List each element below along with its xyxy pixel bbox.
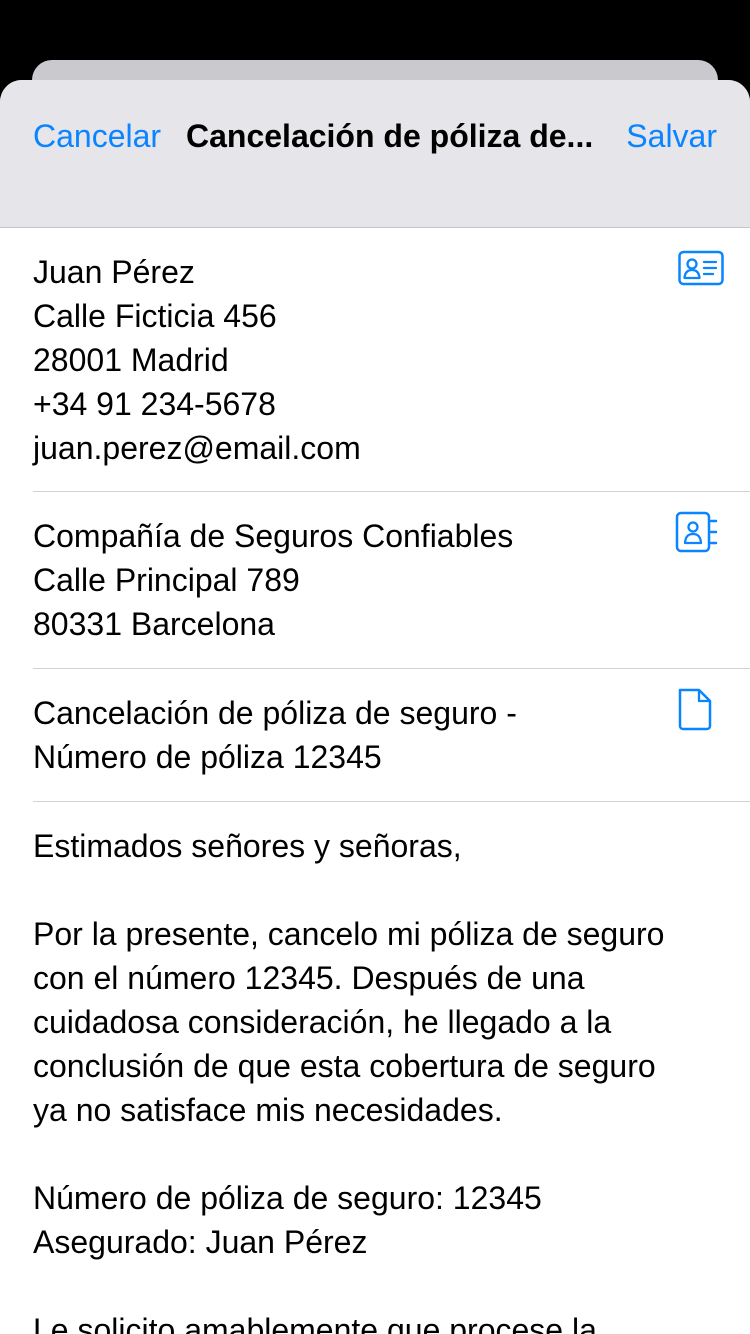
- body-line: Por la presente, cancelo mi póliza de se…: [33, 916, 665, 952]
- subject-line-2: Número de póliza 12345: [33, 739, 382, 775]
- sender-email: juan.perez@email.com: [33, 430, 361, 466]
- body-paragraph-3: Le solicito amablemente que procese la: [33, 1308, 720, 1334]
- body-paragraph-1: Por la presente, cancelo mi póliza de se…: [33, 912, 720, 1132]
- body-line: Le solicito amablemente que procese la: [33, 1312, 597, 1334]
- navigation-bar: Cancelar Cancelación de póliza de... Sal…: [0, 80, 750, 228]
- body-paragraph-2: Número de póliza de seguro: 12345 Asegur…: [33, 1176, 720, 1264]
- subject-block[interactable]: Cancelación de póliza de seguro - Número…: [33, 669, 750, 802]
- body-line: ya no satisface mis necesidades.: [33, 1092, 503, 1128]
- document-icon[interactable]: [672, 687, 718, 733]
- page-title: Cancelación de póliza de...: [186, 118, 594, 154]
- save-button[interactable]: Salvar: [626, 116, 717, 156]
- recipient-street: Calle Principal 789: [33, 562, 300, 598]
- sender-address-block[interactable]: Juan Pérez Calle Ficticia 456 28001 Madr…: [33, 228, 750, 492]
- subject-line-1: Cancelación de póliza de seguro -: [33, 695, 517, 731]
- greeting: Estimados señores y señoras,: [33, 824, 720, 868]
- greeting-line: Estimados señores y señoras,: [33, 828, 462, 864]
- body-line: con el número 12345. Después de una: [33, 960, 585, 996]
- insured-line: Asegurado: Juan Pérez: [33, 1224, 368, 1260]
- sender-city: 28001 Madrid: [33, 342, 229, 378]
- letter-body[interactable]: Estimados señores y señoras, Por la pres…: [33, 802, 720, 1334]
- body-line: conclusión de que esta cobertura de segu…: [33, 1048, 656, 1084]
- letter-sheet: Cancelar Cancelación de póliza de... Sal…: [0, 80, 750, 1334]
- address-book-icon[interactable]: [674, 510, 720, 556]
- body-line: cuidadosa consideración, he llegado a la: [33, 1004, 612, 1040]
- policy-number-line: Número de póliza de seguro: 12345: [33, 1180, 542, 1216]
- cancel-button[interactable]: Cancelar: [33, 116, 161, 156]
- contact-card-icon[interactable]: [678, 248, 724, 294]
- recipient-city: 80331 Barcelona: [33, 606, 275, 642]
- sender-name: Juan Pérez: [33, 254, 195, 290]
- sender-phone: +34 91 234-5678: [33, 386, 276, 422]
- screen: Cancelar Cancelación de póliza de... Sal…: [0, 0, 750, 1334]
- recipient-company: Compañía de Seguros Confiables: [33, 518, 514, 554]
- subject-lines: Cancelación de póliza de seguro - Número…: [33, 669, 750, 779]
- sender-address-lines: Juan Pérez Calle Ficticia 456 28001 Madr…: [33, 228, 750, 470]
- sender-street: Calle Ficticia 456: [33, 298, 277, 334]
- recipient-address-lines: Compañía de Seguros Confiables Calle Pri…: [33, 492, 750, 646]
- recipient-address-block[interactable]: Compañía de Seguros Confiables Calle Pri…: [33, 492, 750, 669]
